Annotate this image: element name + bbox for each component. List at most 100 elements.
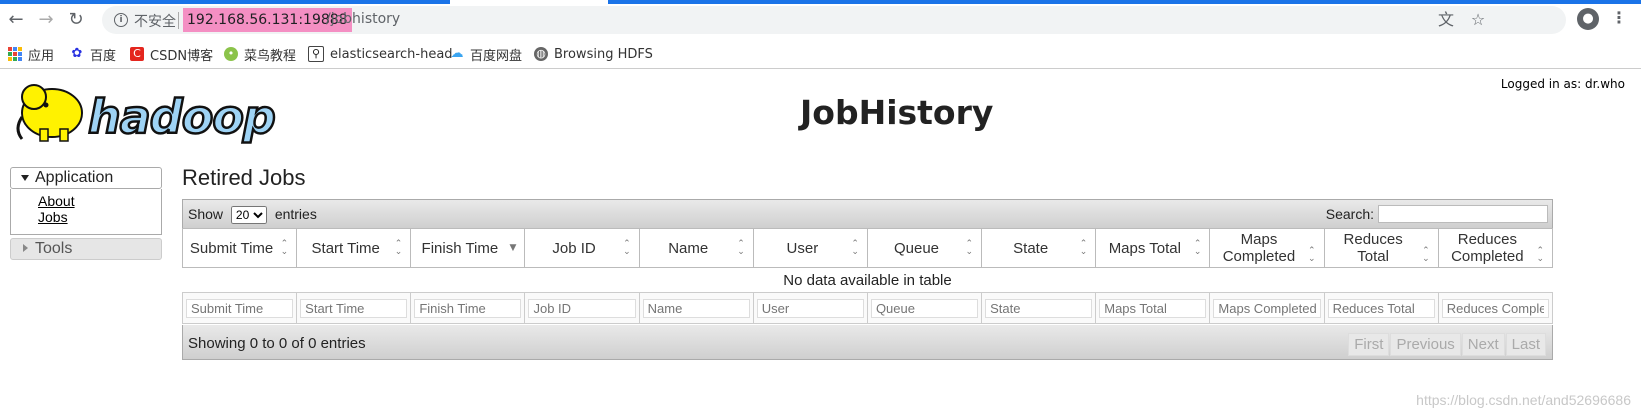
- translate-icon[interactable]: ⽂: [1436, 10, 1456, 30]
- sort-both-icon: ⌃ ⌄: [1422, 246, 1430, 264]
- column-header[interactable]: User ⌃ ⌄: [752, 228, 868, 268]
- sort-both-icon: ⌃ ⌄: [1193, 239, 1202, 257]
- jobs-table: Submit Time ⌃ ⌄ Start Time ⌃ ⌄ Finish Time ▼ Job…: [181, 228, 1554, 324]
- column-header-label: Name: [668, 239, 709, 257]
- entries-label: entries: [274, 206, 317, 222]
- filter-cell: [181, 292, 298, 324]
- globe-icon: ◍: [534, 47, 548, 61]
- baidu-paw-icon: ✿: [71, 46, 83, 61]
- column-header[interactable]: Finish Time ▼: [410, 228, 526, 268]
- bookmark-csdn[interactable]: C CSDN博客: [130, 44, 213, 64]
- sort-desc-icon: ▼: [509, 243, 517, 253]
- tab-indicator: [0, 0, 450, 4]
- jobs-link[interactable]: Jobs: [38, 209, 161, 225]
- bookmark-label: elasticsearch-head: [330, 46, 453, 62]
- column-filter-input[interactable]: [1213, 298, 1321, 318]
- table-toolbar: Show 20 entries Search:: [182, 199, 1553, 228]
- filter-cell: [981, 292, 1097, 324]
- column-header[interactable]: Name ⌃ ⌄: [638, 228, 754, 268]
- column-header-label: Job ID: [552, 239, 596, 257]
- reload-icon[interactable]: ↻: [64, 8, 88, 32]
- column-filter-input[interactable]: [870, 298, 979, 318]
- column-filter-input[interactable]: [1441, 298, 1549, 318]
- column-header[interactable]: State ⌃ ⌄: [981, 228, 1097, 268]
- pagination: First Previous Next Last: [1347, 333, 1546, 356]
- column-filter-input[interactable]: [985, 298, 1093, 318]
- more-menu-icon[interactable]: ⋮: [1611, 8, 1627, 27]
- last-page-button[interactable]: Last: [1505, 333, 1546, 356]
- sidebar: Application About Jobs Tools: [10, 167, 162, 260]
- header-row: Submit Time ⌃ ⌄ Start Time ⌃ ⌄ Finish Time ▼ Job…: [181, 228, 1554, 268]
- star-icon[interactable]: ☆: [1468, 10, 1488, 30]
- baidu-pan-icon: ☁: [450, 46, 464, 61]
- previous-page-button[interactable]: Previous: [1390, 333, 1461, 356]
- column-header[interactable]: Job ID ⌃ ⌄: [524, 228, 640, 268]
- column-filter-input[interactable]: [414, 298, 522, 318]
- column-filter-input[interactable]: [528, 298, 636, 318]
- apps-grid-icon: [8, 47, 22, 61]
- column-filter-input[interactable]: [186, 298, 294, 318]
- column-header-label: Maps Total: [1108, 239, 1181, 257]
- column-header[interactable]: Reduces Total ⌃ ⌄: [1323, 228, 1439, 268]
- bookmark-label: 菜鸟教程: [244, 48, 297, 64]
- about-link[interactable]: About: [38, 193, 161, 209]
- bookmark-runoob[interactable]: • 菜鸟教程: [224, 44, 296, 64]
- back-arrow-icon[interactable]: ←: [4, 8, 28, 32]
- caret-down-icon: [21, 175, 29, 181]
- search-label: Search:: [1325, 206, 1374, 222]
- sort-both-icon: ⌃ ⌄: [1536, 246, 1544, 264]
- info-icon[interactable]: i: [114, 13, 128, 27]
- page-length-control: Show 20 entries: [188, 206, 317, 224]
- column-header[interactable]: Maps Completed ⌃ ⌄: [1209, 228, 1325, 268]
- csdn-icon: C: [130, 47, 144, 61]
- column-filter-input[interactable]: [642, 298, 750, 318]
- first-page-button[interactable]: First: [1348, 333, 1390, 356]
- url-path[interactable]: /jobhistory: [326, 11, 400, 27]
- jobs-table-wrapper: Show 20 entries Search: Submit Time ⌃ ⌄ Sta…: [181, 199, 1554, 360]
- bookmark-baidu[interactable]: ✿ 百度: [70, 44, 116, 64]
- empty-row: No data available in table: [183, 268, 1553, 293]
- column-header[interactable]: Maps Total ⌃ ⌄: [1095, 228, 1211, 268]
- search-control: Search:: [1326, 205, 1548, 223]
- filter-cell: [1323, 292, 1439, 324]
- column-filter-input[interactable]: [756, 298, 864, 318]
- column-filter-input[interactable]: [1099, 298, 1207, 318]
- table-info: Showing 0 to 0 of 0 entries: [188, 335, 366, 352]
- page-length-select[interactable]: 20: [230, 206, 267, 224]
- forward-arrow-icon[interactable]: →: [34, 8, 58, 32]
- bookmark-baidu-pan[interactable]: ☁ 百度网盘: [450, 44, 523, 64]
- show-label: Show: [188, 206, 224, 222]
- section-title: Retired Jobs: [182, 165, 306, 190]
- column-header[interactable]: Start Time ⌃ ⌄: [296, 228, 412, 268]
- address-bar[interactable]: i 不安全 192.168.56.131:19888 /jobhistory ⽂…: [102, 6, 1566, 34]
- accordion-label: Tools: [35, 240, 73, 257]
- page-content: hadoop Logged in as: dr.who JobHistory A…: [0, 69, 1641, 416]
- filter-cell: [638, 292, 754, 324]
- bookmark-elasticsearch-head[interactable]: ⚲ elasticsearch-head: [308, 44, 453, 64]
- runoob-icon: •: [224, 47, 238, 61]
- column-header[interactable]: Queue ⌃ ⌄: [866, 228, 983, 268]
- accordion-application[interactable]: Application: [10, 167, 162, 189]
- account-icon[interactable]: ●: [1577, 8, 1599, 30]
- accordion-tools[interactable]: Tools: [10, 238, 162, 260]
- bookmark-label: 百度: [90, 48, 117, 64]
- bookmarks-bar: 应用 ✿ 百度 C CSDN博客 • 菜鸟教程 ⚲ elasticsearch-…: [0, 40, 1641, 69]
- bookmark-browsing-hdfs[interactable]: ◍ Browsing HDFS: [534, 44, 653, 64]
- url-host[interactable]: 192.168.56.131:19888: [187, 12, 348, 28]
- column-filter-input[interactable]: [300, 298, 408, 318]
- column-header[interactable]: Submit Time ⌃ ⌄: [181, 228, 298, 268]
- browser-toolbar: ← → ↻ i 不安全 192.168.56.131:19888 /jobhis…: [0, 0, 1641, 40]
- bookmark-label: 百度网盘: [470, 48, 523, 64]
- next-page-button[interactable]: Next: [1461, 333, 1505, 356]
- sort-both-icon: ⌃ ⌄: [623, 239, 631, 257]
- page-title: JobHistory: [800, 93, 994, 132]
- column-header[interactable]: Reduces Completed ⌃ ⌄: [1437, 228, 1554, 268]
- insecure-label[interactable]: 不安全: [134, 11, 176, 31]
- column-filter-input[interactable]: [1327, 298, 1435, 318]
- filter-cell: [1437, 292, 1554, 324]
- bookmark-label: 应用: [28, 48, 55, 64]
- bookmark-apps[interactable]: 应用: [8, 44, 54, 64]
- search-input[interactable]: [1378, 205, 1548, 223]
- divider: [178, 12, 179, 29]
- application-links: About Jobs: [10, 189, 162, 235]
